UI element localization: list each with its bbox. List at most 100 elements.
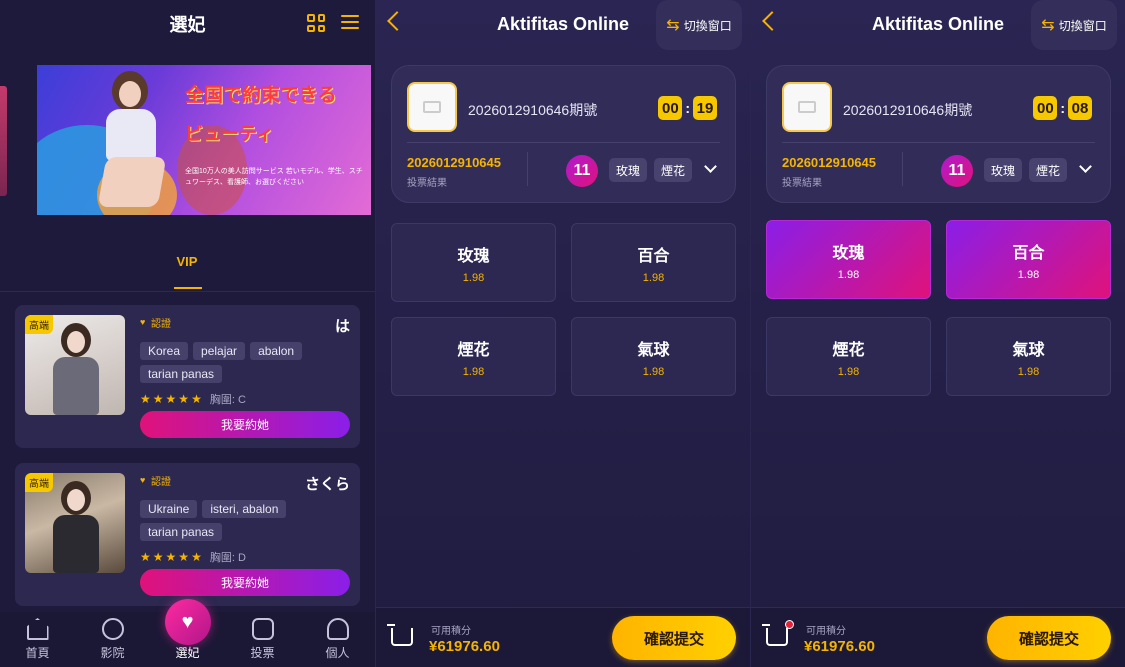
verified-label: ♥ 認證 (140, 317, 171, 331)
swap-icon: ⇆ (1041, 17, 1055, 34)
last-issue-number: 2026012910645 (782, 155, 876, 170)
profile-photo[interactable]: 高端 (25, 315, 125, 415)
star-icon: ★ (191, 392, 202, 406)
option-balloon[interactable]: 氣球 1.98 (946, 317, 1111, 396)
game-screen-unselected: Aktifitas Online ⇆ 切換窗口 2026012910646期號 0… (375, 0, 750, 667)
menu-icon[interactable] (341, 14, 359, 30)
book-her-button[interactable]: 我要約她 (140, 569, 350, 596)
grid-view-icon[interactable] (307, 14, 325, 32)
star-icon: ★ (178, 392, 190, 406)
result-number: 11 (566, 155, 598, 187)
switch-window-button[interactable]: ⇆ 切換窗口 (656, 0, 742, 50)
chevron-down-icon[interactable] (1079, 160, 1092, 173)
submit-button[interactable]: 確認提交 (612, 616, 736, 660)
game-thumbnail (407, 82, 457, 132)
countdown-minutes: 00 (1033, 96, 1058, 120)
star-icon: ★ (140, 550, 151, 564)
balance-label: 可用積分 (431, 626, 471, 637)
current-issue: 2026012910646期號 (468, 102, 598, 118)
profile-name: は (334, 318, 350, 335)
header: Aktifitas Online ⇆ 切換窗口 (376, 0, 750, 50)
option-lily[interactable]: 百合 1.98 (946, 220, 1111, 299)
option-rose[interactable]: 玫瑰 1.98 (766, 220, 931, 299)
star-icon: ★ (140, 392, 151, 406)
bust-size: 胸圍: D (209, 552, 246, 564)
nav-select[interactable]: ♥ 選妃 (158, 599, 218, 661)
bottom-nav: 首頁 影院 ♥ 選妃 投票 個人 (0, 599, 375, 667)
tag: Korea (140, 342, 189, 360)
countdown-seconds: 19 (693, 96, 717, 120)
nav-home[interactable]: 首頁 (8, 618, 68, 661)
image-placeholder-icon (798, 101, 816, 113)
result-tag: 玫瑰 (984, 158, 1023, 182)
banner-subheadline: ビューティ (185, 124, 274, 144)
banner-headline: 全国で約束できる (185, 85, 337, 106)
nav-vote[interactable]: 投票 (233, 618, 293, 661)
option-fireworks[interactable]: 煙花 1.98 (766, 317, 931, 396)
swap-icon: ⇆ (666, 17, 680, 34)
tag: isteri, abalon (202, 500, 287, 518)
header: 選妃 (0, 0, 375, 48)
result-number: 11 (941, 155, 973, 187)
profile-tags: Korea pelajar abalon tarian panas (140, 342, 350, 383)
option-lily[interactable]: 百合 1.98 (571, 223, 736, 302)
heart-icon: ♥ (140, 317, 146, 327)
option-rose[interactable]: 玫瑰 1.98 (391, 223, 556, 302)
premium-badge: 高端 (25, 315, 53, 334)
result-tag: 煙花 (654, 158, 693, 182)
bet-footer: 可用積分 ¥61976.60 確認提交 (376, 607, 750, 667)
tag: abalon (250, 342, 303, 360)
tag: pelajar (193, 342, 246, 360)
banner-carousel[interactable]: 全国で約束できる ビューティ 全国10万人の美人訪問サービス 若いモデル、学生、… (0, 64, 375, 215)
heart-icon: ♥ (140, 475, 146, 485)
book-her-button[interactable]: 我要約她 (140, 411, 350, 438)
countdown-seconds: 08 (1068, 96, 1092, 120)
star-icon: ★ (165, 550, 177, 564)
star-icon: ★ (152, 550, 164, 564)
result-tag: 煙花 (1029, 158, 1068, 182)
rating-stars: ★ ★ ★ ★ ★ 胸圍: C (140, 391, 246, 407)
cart-icon[interactable] (387, 624, 413, 646)
tab-vip[interactable]: VIP (170, 254, 204, 269)
switch-window-button[interactable]: ⇆ 切換窗口 (1031, 0, 1117, 50)
smile-icon (101, 618, 124, 640)
page-title: Aktifitas Online (871, 13, 1005, 34)
cart-notification-dot (785, 620, 794, 629)
game-thumbnail (782, 82, 832, 132)
tag: tarian panas (140, 523, 223, 541)
rating-stars: ★ ★ ★ ★ ★ 胸圍: D (140, 549, 246, 565)
countdown-minutes: 00 (658, 96, 683, 120)
nav-profile[interactable]: 個人 (308, 618, 368, 661)
profile-name: さくら (304, 476, 350, 493)
image-placeholder-icon (423, 101, 441, 113)
chevron-down-icon[interactable] (704, 160, 717, 173)
nav-cinema[interactable]: 影院 (83, 618, 143, 661)
countdown-timer: 00:08 (1033, 96, 1092, 120)
page-title: Aktifitas Online (496, 13, 630, 34)
verified-label: ♥ 認證 (140, 475, 171, 489)
page-title: 選妃 (169, 15, 206, 35)
option-fireworks[interactable]: 煙花 1.98 (391, 317, 556, 396)
countdown-timer: 00:19 (658, 96, 717, 120)
prev-banner-slide[interactable] (0, 86, 7, 196)
star-icon: ★ (152, 392, 164, 406)
back-icon[interactable] (387, 11, 407, 31)
submit-button[interactable]: 確認提交 (987, 616, 1111, 660)
balance-value: ¥61976.60 (804, 638, 875, 655)
bet-footer: 可用積分 ¥61976.60 確認提交 (751, 607, 1125, 667)
tag: tarian panas (140, 365, 223, 383)
profile-photo[interactable]: 高端 (25, 473, 125, 573)
back-icon[interactable] (762, 11, 782, 31)
current-issue: 2026012910646期號 (843, 102, 973, 118)
cart-icon[interactable] (762, 624, 788, 646)
profile-card[interactable]: 高端 ♥ 認證 は Korea pelajar abalon tarian pan… (15, 305, 360, 448)
gamepad-icon (251, 618, 274, 640)
heart-hand-icon: ♥ (164, 599, 211, 645)
star-icon: ★ (191, 550, 202, 564)
tag: Ukraine (140, 500, 198, 518)
profile-card[interactable]: 高端 ♥ 認證 さくら Ukraine isteri, abalon tarian… (15, 463, 360, 606)
last-issue-number: 2026012910645 (407, 155, 501, 170)
bust-size: 胸圍: C (209, 394, 246, 406)
banner-image[interactable]: 全国で約束できる ビューティ 全国10万人の美人訪問サービス 若いモデル、学生、… (37, 65, 371, 215)
option-balloon[interactable]: 氣球 1.98 (571, 317, 736, 396)
